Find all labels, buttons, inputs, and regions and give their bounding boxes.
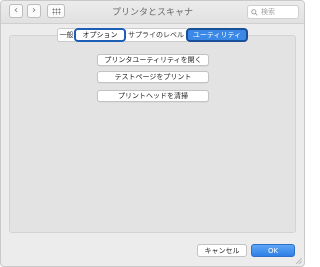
print-test-page-button[interactable]: テストページをプリント — [97, 71, 209, 83]
open-printer-utility-button[interactable]: プリンタユーティリティを開く — [97, 54, 209, 66]
title-bar: ‹ › プリンタとスキャナ 検索 — [1, 1, 304, 24]
printer-scanner-window: ‹ › プリンタとスキャナ 検索 一般 オプション サプライのレベル ユーティリ… — [0, 0, 305, 267]
cancel-button[interactable]: キャンセル — [197, 244, 247, 257]
search-field[interactable]: 検索 — [247, 5, 299, 19]
tab-bar: 一般 オプション サプライのレベル ユーティリティ — [57, 28, 248, 42]
tab-general[interactable]: 一般 — [57, 28, 75, 42]
clean-print-heads-button[interactable]: プリントヘッドを清掃 — [97, 90, 209, 102]
tab-utility[interactable]: ユーティリティ — [186, 28, 248, 42]
tab-options[interactable]: オプション — [74, 28, 126, 42]
search-icon — [251, 8, 258, 16]
tab-supply-levels[interactable]: サプライのレベル — [125, 28, 187, 42]
resize-grip[interactable] — [296, 258, 302, 264]
ok-button[interactable]: OK — [251, 244, 295, 257]
search-placeholder: 検索 — [261, 8, 275, 16]
